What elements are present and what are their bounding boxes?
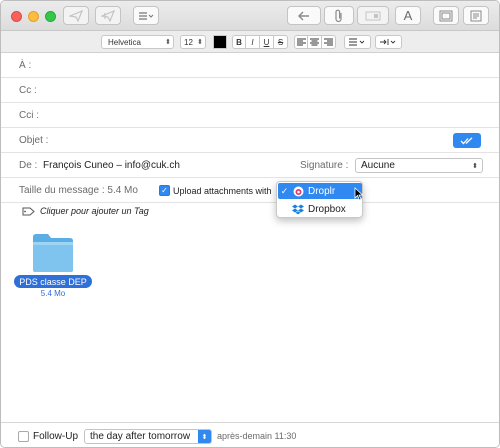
- followup-label: Follow-Up: [33, 431, 79, 442]
- undo-button[interactable]: [287, 6, 321, 25]
- font-size-select[interactable]: 12 ⬍: [180, 35, 206, 49]
- upload-service-menu: ✓ Droplr Dropbox: [276, 181, 363, 218]
- align-right-icon: [324, 38, 333, 46]
- text-color-swatch[interactable]: [213, 35, 227, 49]
- to-field[interactable]: À :: [1, 53, 499, 78]
- upload-attachments-checkbox[interactable]: ✓: [159, 185, 170, 196]
- header-fields-menu-button[interactable]: [133, 6, 159, 25]
- subject-label: Objet :: [19, 135, 49, 146]
- attach-button[interactable]: [324, 6, 354, 25]
- followup-value: the day after tomorrow: [90, 431, 191, 442]
- font-size-value: 12: [184, 37, 193, 47]
- font-family-value: Helvetica: [108, 37, 141, 47]
- underline-button[interactable]: U: [260, 35, 274, 49]
- list-menu-icon: [139, 11, 154, 20]
- align-left-button[interactable]: [294, 35, 308, 49]
- font-family-select[interactable]: Helvetica ⬍: [101, 35, 174, 49]
- photo-browser-icon: [365, 11, 381, 20]
- stationery-icon: [439, 10, 453, 21]
- attachment-size: 5.4 Mo: [40, 289, 66, 298]
- double-check-icon: [460, 136, 473, 144]
- align-right-button[interactable]: [322, 35, 336, 49]
- strikethrough-button[interactable]: S: [274, 35, 288, 49]
- close-window-button[interactable]: [11, 11, 22, 22]
- dropbox-label: Dropbox: [308, 203, 346, 215]
- align-center-icon: [310, 38, 319, 46]
- followup-checkbox[interactable]: [18, 431, 29, 442]
- fonts-icon: A: [403, 8, 413, 23]
- stepper-icon: ⬍: [198, 430, 211, 443]
- stepper-icon: ⬍: [197, 39, 203, 46]
- align-left-icon: [296, 38, 306, 46]
- format-bar-icon: [470, 10, 482, 21]
- subject-field[interactable]: Objet :: [1, 128, 499, 153]
- message-size-label: Taille du message : 5.4 Mo: [19, 185, 138, 196]
- send-checkmark-button[interactable]: [453, 133, 481, 148]
- stepper-icon: ⬍: [472, 162, 478, 170]
- stationery-button[interactable]: [433, 6, 459, 25]
- send-later-button[interactable]: [95, 6, 121, 25]
- send-button[interactable]: [63, 6, 89, 25]
- checkmark-icon: ✓: [161, 185, 168, 195]
- menu-item-dropbox[interactable]: Dropbox: [278, 201, 362, 217]
- message-size-row: Taille du message : 5.4 Mo ✓ Upload atta…: [1, 178, 499, 203]
- bullet-list-icon: [348, 38, 364, 46]
- attachment-name: PDS classe DEP: [14, 275, 92, 288]
- stepper-icon: ⬍: [165, 39, 171, 46]
- signature-label: Signature :: [300, 160, 349, 171]
- from-label: De :: [19, 160, 38, 171]
- checkmark-icon: ✓: [280, 185, 289, 196]
- from-row: De : François Cuneo – info@cuk.ch Signat…: [1, 153, 499, 178]
- tag-icon: [22, 207, 35, 216]
- cc-label: Cc :: [19, 85, 37, 96]
- align-center-button[interactable]: [308, 35, 322, 49]
- folder-icon: [33, 234, 73, 272]
- indent-button[interactable]: [375, 35, 402, 49]
- bold-button[interactable]: B: [232, 35, 246, 49]
- bcc-label: Cci :: [19, 110, 39, 121]
- paperclip-icon: [335, 9, 342, 22]
- mouse-cursor-icon: [354, 187, 364, 201]
- followup-bar: Follow-Up the day after tomorrow ⬍ après…: [1, 422, 499, 447]
- bcc-field[interactable]: Cci :: [1, 103, 499, 128]
- cc-field[interactable]: Cc :: [1, 78, 499, 103]
- followup-time: après-demain 11:30: [217, 431, 297, 441]
- show-photo-browser-button[interactable]: [357, 6, 389, 25]
- signature-value: Aucune: [361, 160, 395, 171]
- send-later-icon: [101, 9, 115, 22]
- from-value[interactable]: François Cuneo – info@cuk.ch: [43, 160, 180, 171]
- tag-row[interactable]: Cliquer pour ajouter un Tag: [1, 203, 499, 221]
- signature-select[interactable]: Aucune ⬍: [355, 158, 483, 173]
- minimize-window-button[interactable]: [28, 11, 39, 22]
- upload-attachments-label: Upload attachments with: [173, 186, 272, 196]
- zoom-window-button[interactable]: [45, 11, 56, 22]
- undo-arrow-icon: [298, 11, 309, 20]
- to-label: À :: [19, 60, 32, 71]
- send-icon: [69, 9, 83, 22]
- add-tag-label: Cliquer pour ajouter un Tag: [40, 206, 149, 216]
- menu-item-droplr[interactable]: ✓ Droplr: [278, 183, 362, 199]
- format-bar: Helvetica ⬍ 12 ⬍ B I U S: [1, 31, 499, 53]
- droplr-label: Droplr: [308, 185, 336, 197]
- toolbar: A: [1, 1, 499, 31]
- show-format-bar-button[interactable]: [463, 6, 489, 25]
- followup-select[interactable]: the day after tomorrow ⬍: [84, 429, 212, 444]
- indent-icon: [379, 39, 395, 45]
- droplr-icon: [291, 185, 305, 197]
- dropbox-icon: [291, 203, 305, 215]
- fonts-button[interactable]: A: [395, 6, 421, 25]
- compose-window: A Helvetica ⬍ 12 ⬍ B I U S À: Cc: Cci …: [0, 0, 500, 448]
- italic-button[interactable]: I: [246, 35, 260, 49]
- list-style-button[interactable]: [344, 35, 371, 49]
